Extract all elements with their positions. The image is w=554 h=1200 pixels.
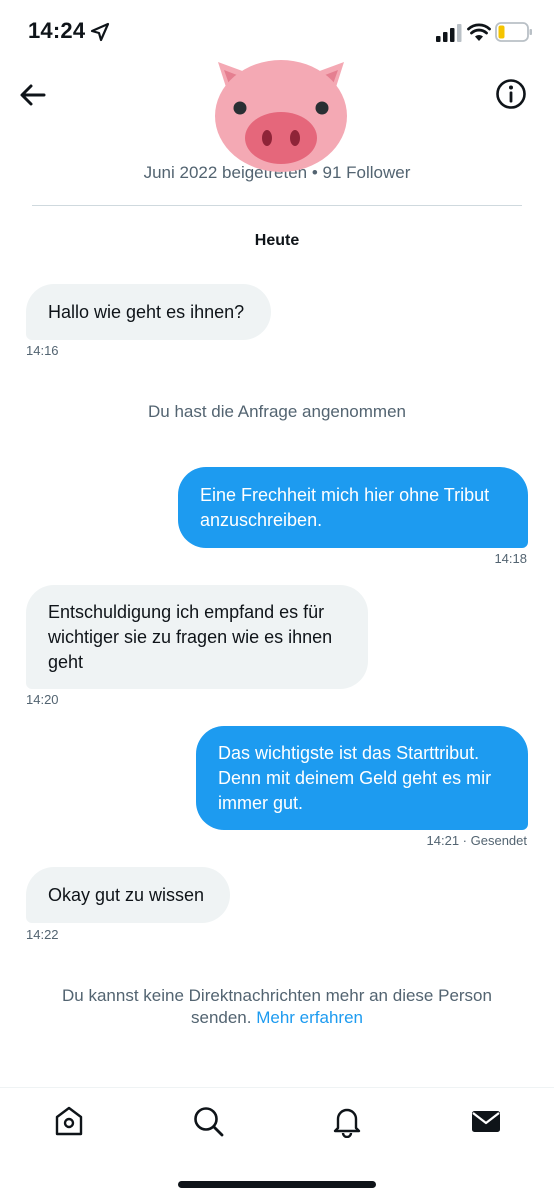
home-icon[interactable] — [52, 1104, 86, 1138]
message-text: Hallo wie geht es ihnen? — [48, 301, 245, 322]
message-text: Okay gut zu wissen — [48, 884, 205, 905]
message-bubble-incoming[interactable]: Hallo wie geht es ihnen? — [26, 284, 271, 340]
search-icon[interactable] — [191, 1104, 225, 1138]
message-bubble-incoming[interactable]: Okay gut zu wissen — [26, 867, 230, 923]
bottom-nav-divider — [0, 1087, 554, 1088]
message-text: Das wichtigste ist das Starttribut. Denn… — [218, 742, 492, 813]
request-accepted-note: Du hast die Anfrage angenommen — [147, 402, 406, 421]
message-timestamp: 14:18 — [494, 551, 527, 566]
pig-avatar[interactable] — [212, 50, 350, 172]
cellular-signal-icon — [436, 24, 462, 42]
battery-icon — [495, 22, 532, 42]
wifi-icon — [467, 23, 491, 41]
message-bubble-outgoing[interactable]: Eine Frechheit mich hier ohne Tribut anz… — [178, 467, 528, 548]
message-text: Entschuldigung ich empfand es für wichti… — [48, 601, 333, 672]
message-timestamp: 14:21 · Gesendet — [426, 833, 527, 848]
bell-icon[interactable] — [330, 1104, 364, 1138]
message-text: Eine Frechheit mich hier ohne Tribut anz… — [200, 484, 490, 530]
message-timestamp: 14:16 — [26, 343, 59, 358]
message-timestamp: 14:22 — [26, 927, 59, 942]
info-icon[interactable] — [494, 77, 528, 111]
mail-icon[interactable] — [469, 1104, 503, 1138]
date-label: Heute — [254, 232, 300, 249]
learn-more-link[interactable]: Mehr erfahren — [256, 1008, 363, 1027]
back-arrow-icon[interactable] — [16, 78, 50, 112]
status-time: 14:24 — [28, 18, 86, 43]
header-divider — [32, 205, 522, 206]
message-timestamp: 14:20 — [26, 692, 59, 707]
home-indicator — [178, 1181, 376, 1188]
message-bubble-outgoing[interactable]: Das wichtigste ist das Starttribut. Denn… — [196, 726, 528, 830]
blocked-note: Du kannst keine Direktnachrichten mehr a… — [32, 985, 522, 1029]
message-bubble-incoming[interactable]: Entschuldigung ich empfand es für wichti… — [26, 585, 368, 689]
location-arrow-icon — [90, 22, 110, 42]
